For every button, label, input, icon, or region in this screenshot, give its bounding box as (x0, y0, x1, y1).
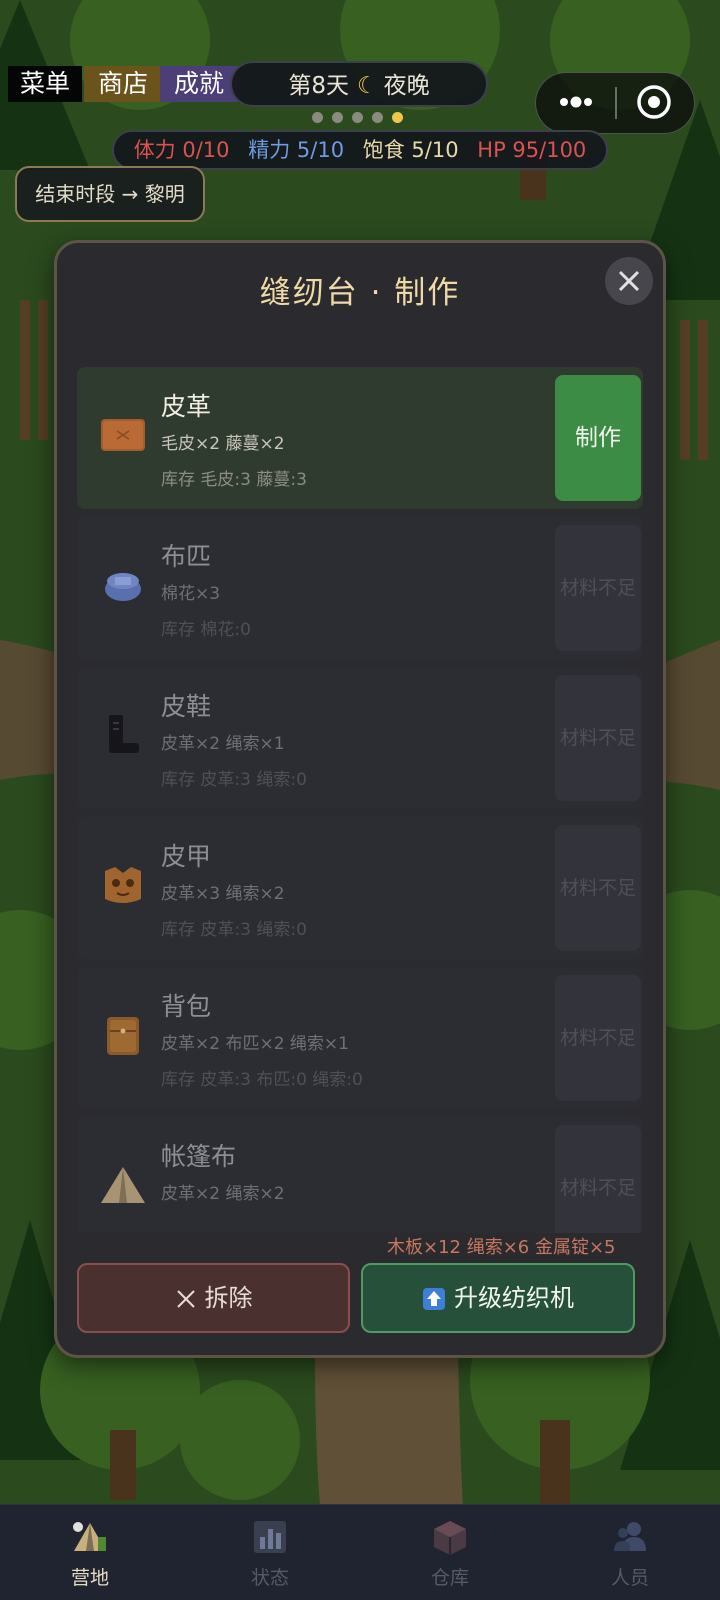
energy-stat: 精力 5/10 (248, 138, 345, 162)
recipe-requirements: 毛皮×2 藤蔓×2 (161, 434, 285, 454)
recipe-name: 皮甲 (161, 842, 212, 871)
insufficient-materials-button[interactable]: 材料不足 (555, 675, 641, 801)
recipe-stock: 库存 皮革:3 绳索:0 (161, 920, 307, 940)
recipe-item-leather-shoes: 皮鞋 皮革×2 绳索×1 库存 皮革:3 绳索:0 材料不足 (77, 667, 643, 809)
day-label: 第8天 (288, 73, 349, 99)
armor-icon (105, 867, 141, 903)
recipe-name: 皮鞋 (161, 692, 212, 721)
backpack-icon (107, 1017, 139, 1055)
target-circle-icon (637, 85, 671, 119)
tab-camp[interactable]: 营地 (0, 1505, 180, 1600)
hp-stat: HP 95/100 (477, 138, 587, 162)
stamina-stat: 体力 0/10 (133, 138, 230, 162)
recipe-requirements: 皮革×2 布匹×2 绳索×1 (161, 1034, 349, 1054)
recipe-requirements: 皮革×3 绳索×2 (161, 884, 285, 904)
satiety-stat: 饱食 5/10 (362, 138, 459, 162)
menu-button[interactable]: 菜单 (8, 66, 82, 102)
modal-title: 缝纫台 · 制作 (259, 275, 461, 311)
camp-icon (73, 1522, 106, 1551)
phase-dot (352, 112, 363, 123)
day-indicator: 第8天 ☾ 夜晚 (230, 61, 488, 107)
recipe-stock: 库存 皮革:3 绳索:0 (161, 770, 307, 790)
dismantle-label: 拆除 (204, 1284, 253, 1312)
recipe-name: 布匹 (161, 542, 212, 571)
exit-miniprogram-button[interactable] (616, 73, 694, 132)
insufficient-materials-button[interactable]: 材料不足 (555, 1125, 641, 1233)
bottom-tab-bar: 营地 状态 仓库 人员 (0, 1504, 720, 1600)
shop-button[interactable]: 商店 (84, 66, 162, 102)
cloth-icon (105, 573, 141, 601)
more-options-button[interactable] (536, 73, 616, 132)
phase-dot-current (392, 112, 403, 123)
phase-dot (312, 112, 323, 123)
insufficient-materials-button[interactable]: 材料不足 (555, 525, 641, 651)
phase-dot (332, 112, 343, 123)
recipe-name: 背包 (161, 992, 212, 1021)
upgrade-arrow-icon (423, 1288, 445, 1310)
upgrade-loom-button[interactable]: 升级纺织机 (361, 1263, 635, 1333)
recipe-stock: 库存 棉花:0 (161, 620, 251, 640)
recipe-list[interactable]: 皮革 毛皮×2 藤蔓×2 库存 毛皮:3 藤蔓:3 制作 布匹 棉花×3 库存 … (77, 367, 643, 1233)
recipe-requirements: 棉花×3 (161, 584, 221, 604)
recipe-item-cloth: 布匹 棉花×3 库存 棉花:0 材料不足 (77, 517, 643, 659)
recipe-stock: 库存 皮革:3 布匹:0 绳索:0 (161, 1070, 363, 1090)
tab-label: 营地 (70, 1567, 109, 1589)
upgrade-label: 升级纺织机 (454, 1284, 574, 1312)
recipe-stock: 库存 毛皮:3 藤蔓:3 (161, 470, 307, 490)
tab-label: 人员 (610, 1567, 649, 1589)
recipe-item-leather: 皮革 毛皮×2 藤蔓×2 库存 毛皮:3 藤蔓:3 制作 (77, 367, 643, 509)
warehouse-box-icon (434, 1521, 466, 1555)
recipe-requirements: 皮革×2 绳索×2 (161, 1184, 285, 1204)
miniprogram-capsule (535, 72, 695, 134)
status-chart-icon (254, 1521, 286, 1553)
upgrade-cost-label: 木板×12 绳索×6 金属锭×5 (387, 1237, 616, 1258)
tab-label: 仓库 (430, 1567, 469, 1589)
recipe-name: 帐篷布 (161, 1142, 237, 1171)
crafting-modal: 缝纫台 · 制作 皮革 毛皮×2 藤蔓×2 库存 毛皮:3 藤蔓:3 制作 布匹… (54, 240, 666, 1358)
boot-icon (109, 715, 139, 753)
time-of-day-label: 夜晚 (383, 73, 430, 99)
tab-label: 状态 (250, 1567, 289, 1589)
x-icon (176, 1290, 195, 1308)
people-icon (614, 1522, 646, 1551)
dismantle-button[interactable]: 拆除 (77, 1263, 350, 1333)
recipe-item-leather-armor: 皮甲 皮革×3 绳索×2 库存 皮革:3 绳索:0 材料不足 (77, 817, 643, 959)
game-screen: 菜单 商店 成就 第8天 ☾ 夜晚 体力 0/10 精力 5/10 饱食 5/1… (0, 0, 720, 1600)
tent-icon (101, 1167, 145, 1203)
player-stats-bar: 体力 0/10 精力 5/10 饱食 5/10 HP 95/100 (112, 130, 608, 170)
day-phase-dots (312, 112, 412, 124)
leather-icon (101, 419, 145, 451)
phase-dot (372, 112, 383, 123)
close-icon (618, 270, 640, 292)
craft-button[interactable]: 制作 (555, 375, 641, 501)
recipe-item-backpack: 背包 皮革×2 布匹×2 绳索×1 库存 皮革:3 布匹:0 绳索:0 材料不足 (77, 967, 643, 1109)
recipe-name: 皮革 (161, 392, 212, 421)
recipe-requirements: 皮革×2 绳索×1 (161, 734, 285, 754)
insufficient-materials-button[interactable]: 材料不足 (555, 975, 641, 1101)
end-period-button[interactable]: 结束时段 → 黎明 (15, 166, 205, 222)
tab-people[interactable]: 人员 (540, 1505, 720, 1600)
insufficient-materials-button[interactable]: 材料不足 (555, 825, 641, 951)
tab-status[interactable]: 状态 (180, 1505, 360, 1600)
moon-icon: ☾ (357, 73, 378, 99)
recipe-item-tent-cloth: 帐篷布 皮革×2 绳索×2 材料不足 (77, 1117, 643, 1233)
more-dots-icon (560, 96, 592, 108)
modal-close-button[interactable] (605, 257, 653, 305)
tab-warehouse[interactable]: 仓库 (360, 1505, 540, 1600)
achievements-button[interactable]: 成就 (160, 66, 238, 102)
